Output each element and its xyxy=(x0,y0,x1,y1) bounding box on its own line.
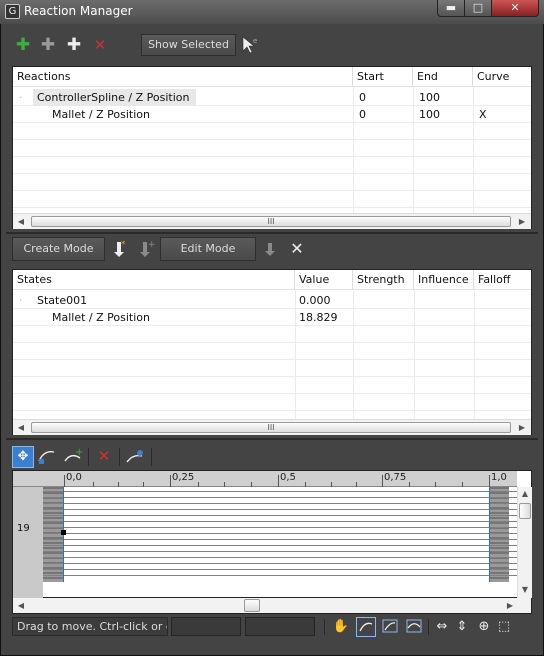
value-field[interactable] xyxy=(245,617,315,636)
column-header-value[interactable]: Value xyxy=(295,270,353,290)
delete-key-icon[interactable]: ✕ xyxy=(93,446,115,468)
insert-key-icon[interactable] xyxy=(124,446,146,468)
column-header-end[interactable]: End xyxy=(413,67,473,87)
scroll-down-arrow-icon[interactable]: ▼ xyxy=(518,583,532,597)
column-header-falloff[interactable]: Falloff xyxy=(474,270,531,290)
scrollbar-thumb[interactable] xyxy=(519,503,531,519)
zoom-horizontal-icon[interactable]: ⇔ xyxy=(432,617,452,637)
states-table: States Value Strength Influence Falloff … xyxy=(12,269,532,435)
scroll-left-arrow-icon[interactable]: ◀ xyxy=(14,598,28,613)
zoom-icon[interactable]: ⊕ xyxy=(474,617,494,637)
svg-text:*: * xyxy=(121,240,126,250)
column-header-curve[interactable]: Curve xyxy=(473,67,531,87)
out-of-range-left xyxy=(43,487,63,582)
reaction-curve[interactable] xyxy=(475,89,479,106)
window-title: Reaction Manager xyxy=(24,4,133,18)
state-value[interactable]: 0.000 xyxy=(295,292,331,309)
scrollbar-thumb[interactable] xyxy=(244,599,260,612)
edit-mode-button[interactable]: Edit Mode xyxy=(160,237,256,261)
title-bar[interactable]: G Reaction Manager ▬ □ ✕ xyxy=(0,0,544,24)
curve-key-point[interactable] xyxy=(61,530,66,535)
move-keys-icon[interactable]: ✥ xyxy=(12,446,34,468)
create-state-arrow-icon[interactable]: * xyxy=(110,238,130,260)
row-number: 19 xyxy=(17,523,30,534)
frame-field[interactable] xyxy=(171,617,241,636)
ruler-label: 0,25 xyxy=(172,472,195,483)
pan-hand-icon[interactable]: ✋ xyxy=(331,617,351,637)
reaction-end[interactable]: 100 xyxy=(415,106,440,123)
tree-branch-icon: · xyxy=(19,91,23,104)
app-logo-icon: G xyxy=(5,4,20,19)
state-name[interactable]: Mallet / Z Position xyxy=(48,309,150,326)
scroll-right-arrow-icon[interactable]: ▶ xyxy=(503,598,517,613)
curve-horizontal-scrollbar[interactable]: ◀ ▶ xyxy=(12,598,532,614)
column-header-strength[interactable]: Strength xyxy=(353,270,414,290)
out-of-range-right xyxy=(489,487,509,582)
reaction-start[interactable]: 0 xyxy=(355,106,366,123)
set-state-arrow-icon[interactable] xyxy=(262,238,278,260)
append-state-arrow-icon[interactable]: + xyxy=(136,238,156,260)
scroll-up-arrow-icon[interactable]: ▲ xyxy=(518,487,532,501)
svg-text:+: + xyxy=(148,240,156,250)
add-key-icon[interactable]: + xyxy=(62,446,84,468)
column-header-influence[interactable]: Influence xyxy=(414,270,474,290)
state-value[interactable]: 18.829 xyxy=(295,309,338,326)
scale-keys-icon[interactable] xyxy=(36,446,58,468)
ruler-label: 0,75 xyxy=(384,472,407,483)
close-window-button[interactable]: ✕ xyxy=(491,0,539,17)
ruler-label: 0,0 xyxy=(66,472,82,483)
curve-graph[interactable]: 0,0 0,25 0,5 0,75 1,0 19 ▲ ▼ xyxy=(12,470,532,598)
scroll-left-arrow-icon[interactable]: ◀ xyxy=(14,420,28,435)
scroll-left-arrow-icon[interactable]: ◀ xyxy=(14,214,28,229)
ruler-label: 0,5 xyxy=(280,472,296,483)
cursor-pick-icon[interactable]: e xyxy=(240,34,260,56)
add-master-plus-icon[interactable]: ✚ xyxy=(13,35,33,55)
reactions-table: Reactions Start End Curve · ControllerSp… xyxy=(12,66,532,229)
add-selected-plus-icon[interactable]: ✚ xyxy=(38,35,58,55)
status-bar: Drag to move. Ctrl-click or drag ✋ ⇔ ⇕ ⊕… xyxy=(12,617,532,637)
zoom-region-icon[interactable]: ⬚ xyxy=(494,617,514,637)
tree-branch-icon: · xyxy=(19,294,23,307)
delete-x-icon[interactable]: ✕ xyxy=(90,35,110,55)
scroll-right-arrow-icon[interactable]: ▶ xyxy=(515,214,529,229)
create-mode-button[interactable]: Create Mode xyxy=(12,237,105,261)
status-message: Drag to move. Ctrl-click or drag xyxy=(12,617,168,636)
column-header-start[interactable]: Start xyxy=(353,67,413,87)
column-header-states[interactable]: States xyxy=(13,270,295,290)
reaction-end[interactable]: 100 xyxy=(415,89,440,106)
reactions-horizontal-scrollbar[interactable]: ◀ III ▶ xyxy=(13,213,531,229)
svg-text:e: e xyxy=(253,37,257,45)
maximize-button[interactable]: □ xyxy=(464,0,492,17)
reaction-curve[interactable]: X xyxy=(475,106,487,123)
svg-text:+: + xyxy=(75,447,83,458)
divider xyxy=(6,232,538,234)
scrollbar-thumb[interactable]: III xyxy=(31,422,511,433)
divider xyxy=(6,438,538,440)
zoom-horizontal-extents-icon[interactable] xyxy=(380,617,400,637)
ruler-label: 1,0 xyxy=(491,472,507,483)
range-end-line xyxy=(489,487,490,582)
reaction-name[interactable]: ControllerSpline / Z Position xyxy=(33,89,196,106)
curve-vertical-scrollbar[interactable]: ▲ ▼ xyxy=(517,487,532,598)
zoom-extents-icon[interactable] xyxy=(356,617,376,637)
time-ruler: 0,0 0,25 0,5 0,75 1,0 xyxy=(13,471,517,487)
minimize-button[interactable]: ▬ xyxy=(437,0,465,17)
curve-plot-area[interactable] xyxy=(43,487,517,582)
zoom-vertical-icon[interactable]: ⇕ xyxy=(452,617,472,637)
show-selected-button[interactable]: Show Selected xyxy=(141,34,236,56)
delete-state-x-icon[interactable]: ✕ xyxy=(287,239,307,259)
curve-editor-toolbar: ✥ + ✕ xyxy=(6,443,538,469)
add-plus-icon[interactable]: ✚ xyxy=(64,35,84,55)
zoom-value-extents-icon[interactable] xyxy=(404,617,424,637)
reaction-name[interactable]: Mallet / Z Position xyxy=(48,106,150,123)
scrollbar-thumb[interactable]: III xyxy=(31,216,511,227)
value-gutter: 19 xyxy=(13,487,43,598)
states-horizontal-scrollbar[interactable]: ◀ III ▶ xyxy=(13,419,531,435)
state-name[interactable]: State001 xyxy=(33,292,87,309)
reaction-start[interactable]: 0 xyxy=(355,89,366,106)
scroll-right-arrow-icon[interactable]: ▶ xyxy=(515,420,529,435)
column-header-reactions[interactable]: Reactions xyxy=(13,67,353,87)
